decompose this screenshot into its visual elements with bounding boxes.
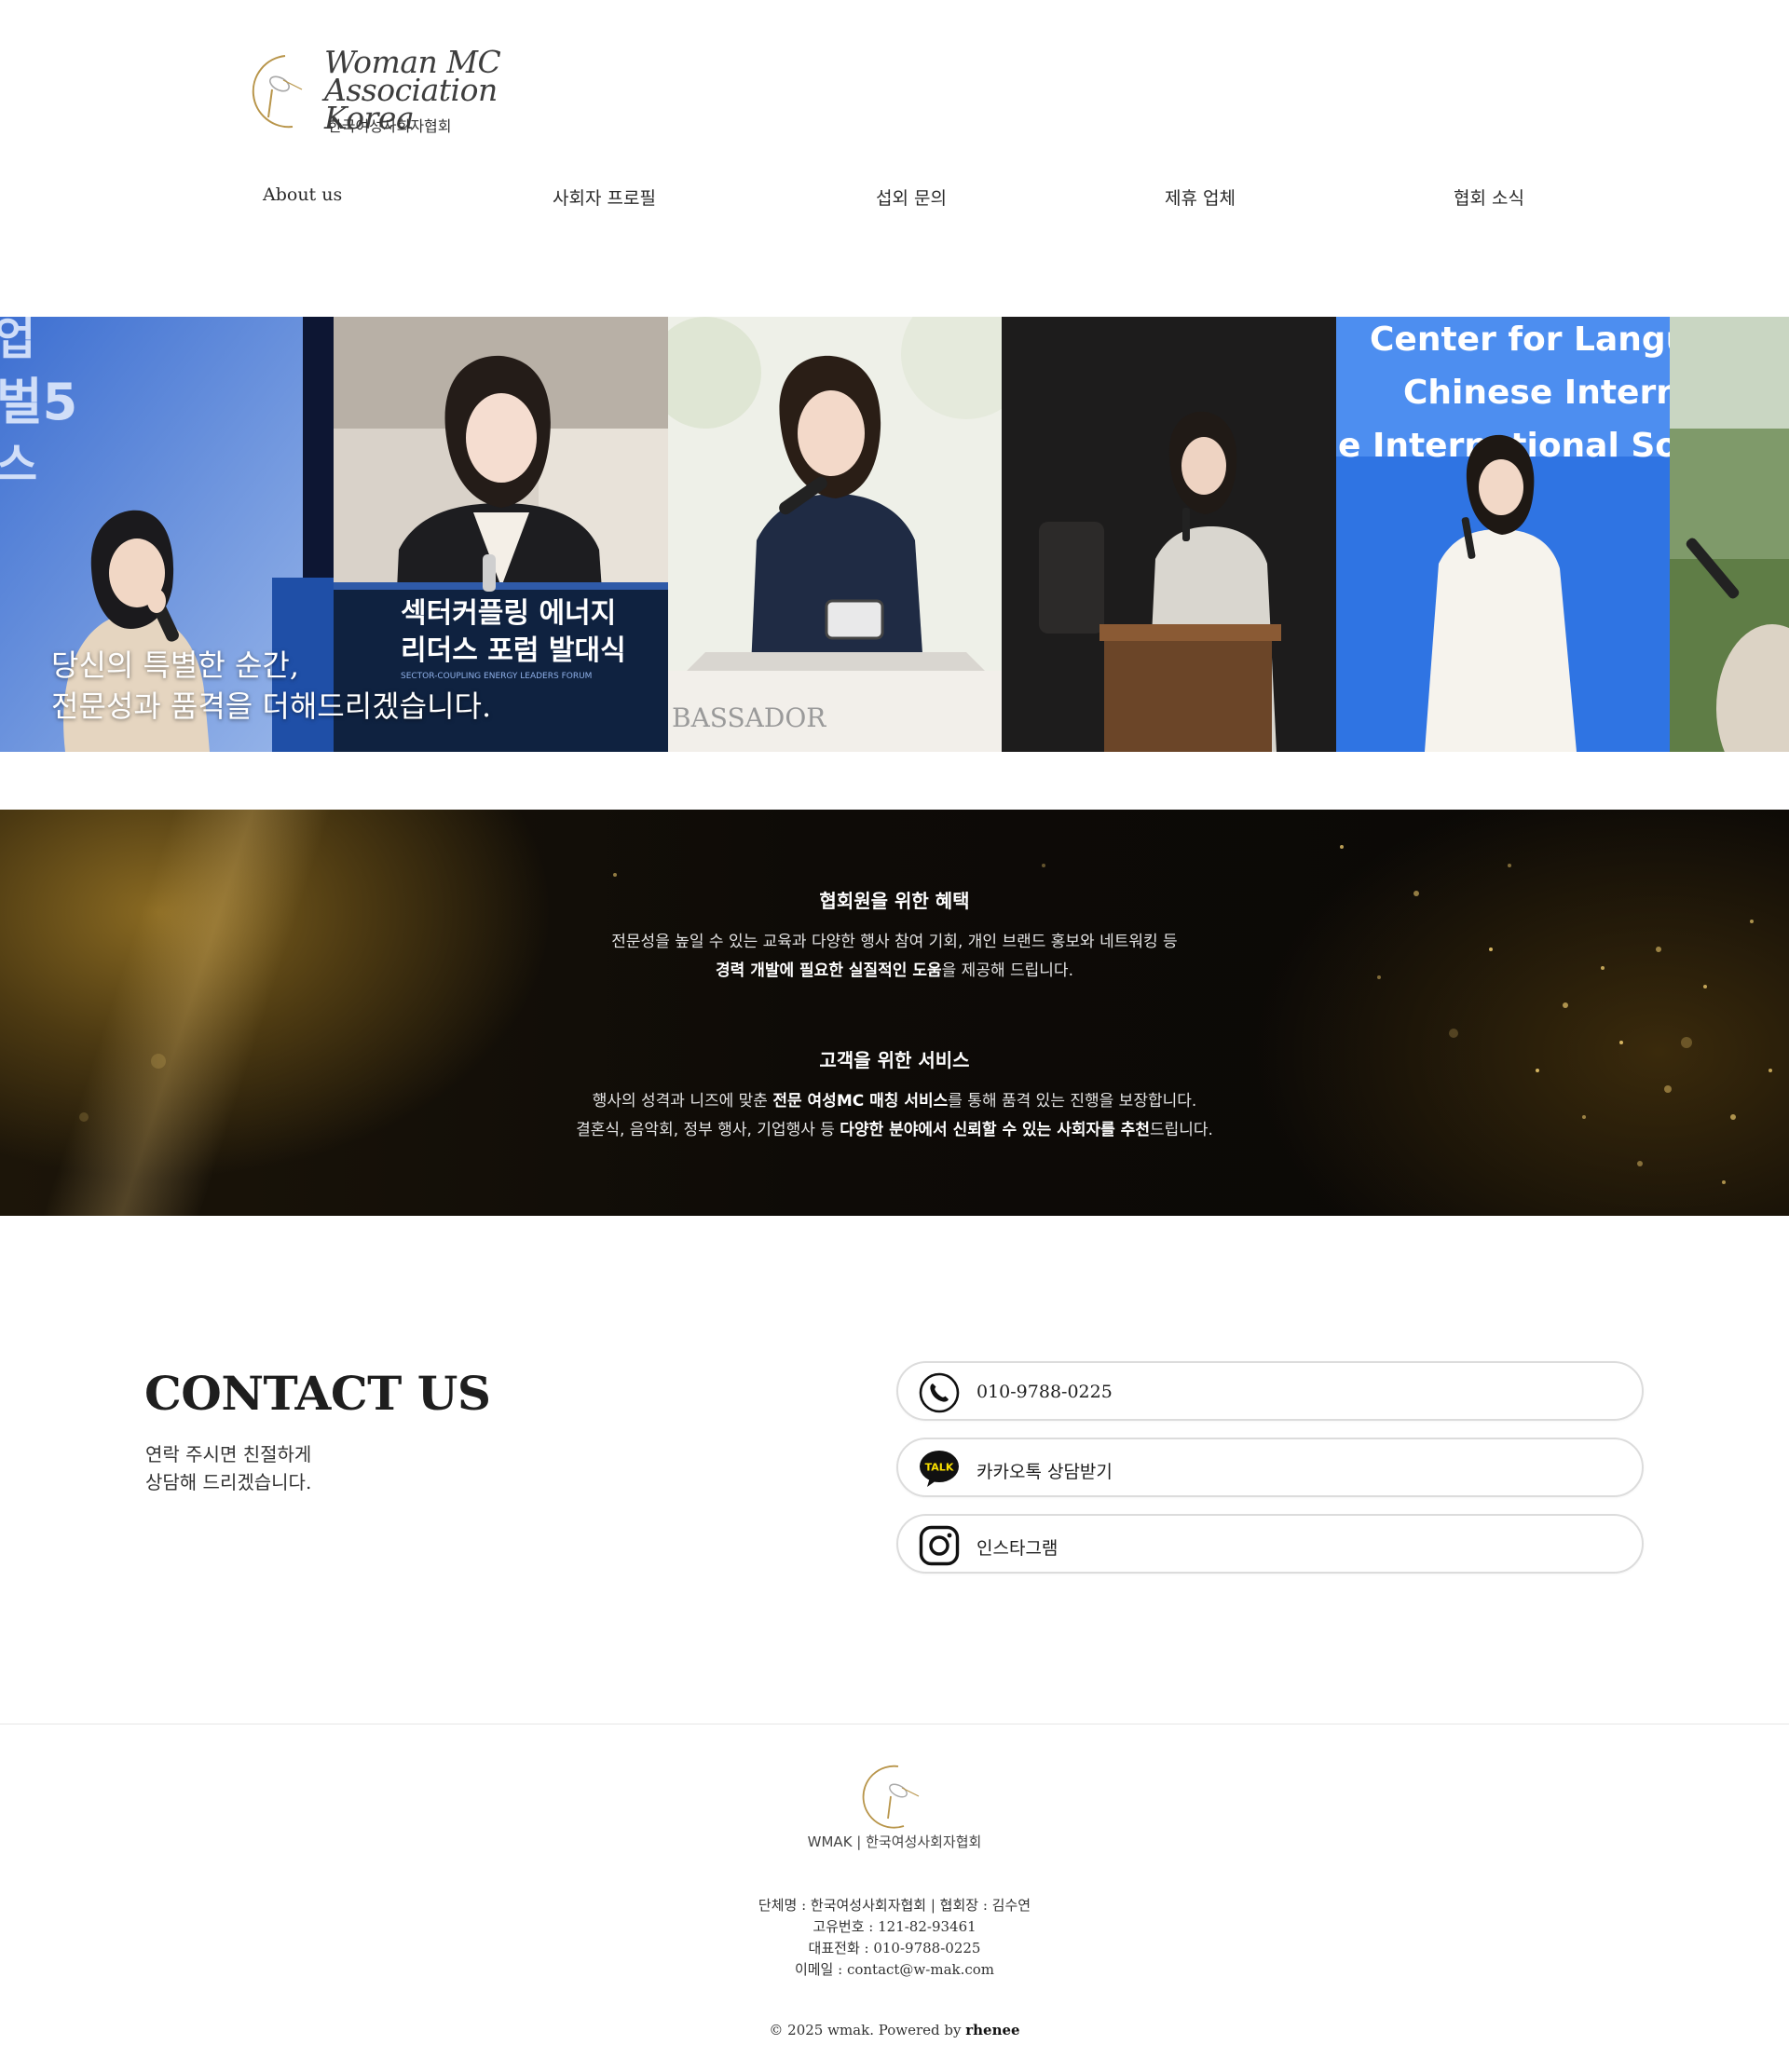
nav-about-us[interactable]: About us bbox=[263, 184, 342, 205]
client-services-title: 고객을 위한 서비스 bbox=[819, 1049, 970, 1071]
hero-photo-strip: 업 벌5 스 섹터커플링 에너지 리더스 포럼 발대식 SECTOR-COUPL… bbox=[0, 317, 1789, 752]
instagram-icon bbox=[919, 1525, 960, 1566]
logo-korean-name: 한국여성사회자협회 bbox=[328, 117, 452, 135]
member-benefits-line1: 전문성을 높일 수 있는 교육과 다양한 행사 참여 기회, 개인 브랜드 홍보… bbox=[611, 933, 1178, 951]
hero-sign-line1: 섹터커플링 에너지 bbox=[401, 597, 616, 630]
footer-powered-by-link[interactable]: rhenee bbox=[965, 2022, 1019, 2038]
svg-text:TALK: TALK bbox=[925, 1462, 954, 1474]
main-nav: About us 사회자 프로필 섭외 문의 제휴 업체 협회 소식 bbox=[0, 184, 1789, 216]
benefits-section: 협회원을 위한 혜택 전문성을 높일 수 있는 교육과 다양한 행사 참여 기회… bbox=[0, 810, 1789, 1216]
contact-instagram-label: 인스타그램 bbox=[976, 1538, 1058, 1559]
nav-mc-profile[interactable]: 사회자 프로필 bbox=[553, 184, 656, 210]
nav-booking-inquiry[interactable]: 섭외 문의 bbox=[876, 184, 947, 210]
footer-registration-number: 고유번호 : 121-82-93461 bbox=[813, 1918, 976, 1935]
footer-phone: 대표전화 : 010-9788-0225 bbox=[808, 1940, 981, 1956]
hero-photo-4 bbox=[1002, 317, 1336, 752]
client-services-line2: 결혼식, 음악회, 정부 행사, 기업행사 등 다양한 분야에서 신뢰할 수 있… bbox=[576, 1121, 1213, 1139]
footer-logo-icon bbox=[862, 1765, 920, 1829]
contact-kakaotalk-button[interactable]: TALK 카카오톡 상담받기 bbox=[896, 1438, 1644, 1497]
nav-association-news[interactable]: 협회 소식 bbox=[1454, 184, 1524, 210]
contact-instagram-button[interactable]: 인스타그램 bbox=[896, 1514, 1644, 1574]
client-services-block: 고객을 위한 서비스 행사의 성격과 니즈에 맞춘 전문 여성MC 매칭 서비스… bbox=[0, 1045, 1789, 1145]
site-logo[interactable]: Woman MC Association Korea 한국여성사회자협회 bbox=[244, 47, 561, 138]
contact-subtitle: 연락 주시면 친절하게 상담해 드리겠습니다. bbox=[145, 1443, 312, 1493]
microphone-logo-icon bbox=[252, 55, 303, 129]
footer-org: 단체명 : 한국여성사회자협회 | 협회장 : 김수연 bbox=[758, 1897, 1031, 1914]
contact-phone-label: 010-9788-0225 bbox=[976, 1382, 1113, 1402]
contact-title: CONTACT US bbox=[144, 1366, 491, 1421]
member-benefits-block: 협회원을 위한 혜택 전문성을 높일 수 있는 교육과 다양한 행사 참여 기회… bbox=[0, 886, 1789, 986]
svg-text:업: 업 bbox=[0, 317, 35, 365]
hero-photo-3: BASSADOR bbox=[668, 317, 1002, 752]
footer-email[interactable]: 이메일 : contact@w-mak.com bbox=[0, 1959, 1789, 1981]
contact-phone-button[interactable]: 010-9788-0225 bbox=[896, 1361, 1644, 1421]
footer-copyright: © 2025 wmak. Powered by rhenee bbox=[769, 2022, 1020, 2038]
hero-photo-6 bbox=[1670, 317, 1789, 752]
member-benefits-line2: 경력 개발에 필요한 실질적인 도움을 제공해 드립니다. bbox=[716, 961, 1073, 980]
hero-banner-line2: Chinese Interna bbox=[1403, 374, 1670, 412]
gold-particles-decoration bbox=[79, 845, 1772, 1184]
kakaotalk-icon: TALK bbox=[920, 1451, 959, 1487]
member-benefits-title: 협회원을 위한 혜택 bbox=[819, 890, 970, 912]
nav-partners[interactable]: 제휴 업체 bbox=[1165, 184, 1236, 210]
phone-icon bbox=[919, 1372, 960, 1413]
svg-text:벌5: 벌5 bbox=[0, 373, 77, 431]
hero-banner-line1: Center for Langu bbox=[1370, 320, 1670, 359]
hero-caption: 당신의 특별한 순간, 전문성과 품격을 더해드리겠습니다. bbox=[51, 648, 492, 724]
hero-podium-text: BASSADOR bbox=[672, 702, 826, 733]
client-services-line1: 행사의 성격과 니즈에 맞춘 전문 여성MC 매칭 서비스를 통해 품격 있는 … bbox=[592, 1092, 1197, 1111]
contact-kakaotalk-label: 카카오톡 상담받기 bbox=[976, 1462, 1113, 1482]
footer-brand: WMAK | 한국여성사회자협회 bbox=[807, 1833, 982, 1850]
footer-company-info: 단체명 : 한국여성사회자협회 | 협회장 : 김수연 고유번호 : 121-8… bbox=[0, 1895, 1789, 1981]
svg-text:스: 스 bbox=[0, 439, 37, 491]
hero-photo-5: Center for Langu Chinese Interna e Inter… bbox=[1336, 317, 1670, 752]
